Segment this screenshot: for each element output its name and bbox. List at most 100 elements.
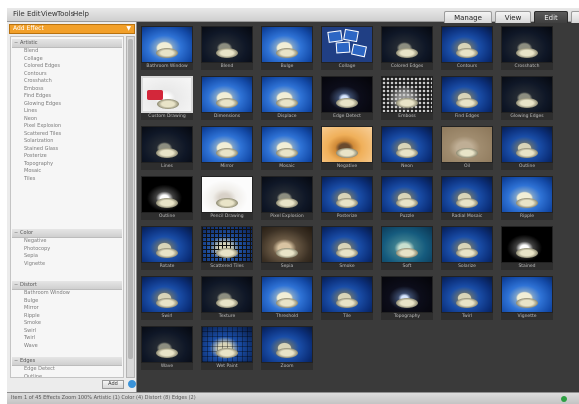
effect-thumbnail[interactable]: Negative [321,126,373,170]
effect-list-item[interactable]: Twirl [12,335,122,343]
collapse-icon[interactable]: − [14,229,18,238]
sidebar-header[interactable]: Add Effect ▼ [9,24,135,34]
effect-list-item[interactable]: Tiles [12,176,122,184]
effect-list-item[interactable]: Glowing Edges [12,101,122,109]
effect-thumbnail[interactable]: Radial Mosaic [441,176,493,220]
effect-list-item[interactable]: Negative [12,238,122,246]
tab-view[interactable]: View [495,11,531,23]
effect-thumbnail[interactable]: Vignette [501,276,553,320]
effect-thumbnail[interactable]: Tile [321,276,373,320]
effect-thumbnail[interactable]: Blend [201,26,253,70]
effect-thumbnail[interactable]: Mosaic [261,126,313,170]
effect-thumbnail[interactable]: Threshold [261,276,313,320]
effect-thumbnail[interactable]: Lines [141,126,193,170]
effect-thumbnail[interactable]: Pencil Drawing [201,176,253,220]
effect-thumbnail[interactable]: Contours [441,26,493,70]
effect-list-item[interactable]: Swirl [12,328,122,336]
effect-thumbnail[interactable]: Topography [381,276,433,320]
effect-list-item[interactable]: Contours [12,71,122,79]
effect-list-item[interactable]: Emboss [12,86,122,94]
effect-list-item[interactable]: Solarization [12,138,122,146]
menu-item-view[interactable]: View [41,10,58,18]
effect-category-list[interactable]: − Artistic Blend Collage Colored Edges Contou… [10,36,124,378]
effect-list-item[interactable]: Pixel Explosion [12,123,122,131]
effect-thumbnail[interactable]: Displace [261,76,313,120]
effect-list-item[interactable]: Topography [12,161,122,169]
effect-list-item[interactable]: Photocopy [12,246,122,254]
effect-thumbnail[interactable]: Bathroom Window [141,26,193,70]
menu-item-help[interactable]: Help [73,10,89,18]
effect-list-item[interactable]: Wave [12,343,122,351]
tab-online[interactable]: Online [571,11,579,23]
effect-thumbnail[interactable]: Emboss [381,76,433,120]
effect-thumbnail[interactable]: Outline [501,126,553,170]
effect-list-item[interactable]: Blend [12,48,122,56]
effect-list-item[interactable]: Stained Glass [12,146,122,154]
effect-list-item[interactable]: Sepia [12,253,122,261]
effect-list-item[interactable]: Posterize [12,153,122,161]
effect-list-item[interactable]: Outline [12,374,122,378]
group-header[interactable]: − Edges [12,357,122,366]
effect-thumbnail[interactable]: Swirl [141,276,193,320]
effect-thumbnail[interactable]: Edge Detect [321,76,373,120]
collapse-icon[interactable]: − [14,357,18,366]
effect-thumbnail[interactable]: Solarize [441,226,493,270]
effect-list-item[interactable]: Neon [12,116,122,124]
effect-thumbnail[interactable]: Smoke [321,226,373,270]
effect-thumbnail[interactable]: Crosshatch [501,26,553,70]
menu-item-edit[interactable]: Edit [27,10,41,18]
effect-thumbnail[interactable]: Texture [201,276,253,320]
tab-edit[interactable]: Edit [534,11,568,23]
effect-thumbnail[interactable]: Custom Drawing [141,76,193,120]
effect-list-item[interactable]: Scattered Tiles [12,131,122,139]
effect-list-item[interactable]: Edge Detect [12,366,122,374]
effect-thumbnail[interactable]: Dimensions [201,76,253,120]
effect-thumbnail[interactable]: Collage [321,26,373,70]
effect-thumbnail[interactable]: Find Edges [441,76,493,120]
effect-thumbnail[interactable]: Bulge [261,26,313,70]
add-effect-button[interactable]: Add [102,380,124,389]
info-icon[interactable] [128,380,136,388]
tab-manage[interactable]: Manage [444,11,492,23]
effect-thumbnail[interactable]: Twirl [441,276,493,320]
effect-thumbnail[interactable]: Stained [501,226,553,270]
effect-thumbnail[interactable]: Scattered Tiles [201,226,253,270]
effect-thumbnail[interactable]: Mirror [201,126,253,170]
effect-thumbnail[interactable]: Colored Edges [381,26,433,70]
effect-thumbnail[interactable]: Posterize [321,176,373,220]
effect-thumbnail[interactable]: Sepia [261,226,313,270]
effect-thumbnail[interactable]: Outline [141,176,193,220]
effect-list-item[interactable]: Bulge [12,298,122,306]
effect-list-item[interactable]: Colored Edges [12,63,122,71]
effect-thumbnail[interactable]: Neon [381,126,433,170]
effect-thumbnail[interactable]: Puzzle [381,176,433,220]
effect-thumbnail[interactable]: Glowing Edges [501,76,553,120]
effect-list-item[interactable]: Find Edges [12,93,122,101]
sidebar-scrollbar[interactable] [126,36,135,378]
effect-list-item[interactable]: Bathroom Window [12,290,122,298]
collapse-icon[interactable]: − [14,39,18,48]
effect-list-item[interactable]: Crosshatch [12,78,122,86]
effect-thumbnail[interactable]: Zoom [261,326,313,370]
effect-list-item[interactable]: Ripple [12,313,122,321]
group-header[interactable]: − Distort [12,281,122,290]
group-header[interactable]: − Artistic [12,39,122,48]
effect-thumbnail[interactable]: Rotate [141,226,193,270]
effect-thumbnail[interactable]: Wet Paint [201,326,253,370]
effect-thumbnail[interactable]: Oil [441,126,493,170]
effect-thumbnail[interactable]: Soft [381,226,433,270]
effect-thumbnail[interactable]: Wave [141,326,193,370]
effect-thumbnail[interactable]: Ripple [501,176,553,220]
menu-item-file[interactable]: File [13,10,25,18]
collapse-icon[interactable]: − [14,281,18,290]
effect-list-item[interactable]: Mirror [12,305,122,313]
effect-list-item[interactable]: Collage [12,56,122,64]
effect-list-item[interactable]: Lines [12,108,122,116]
group-header[interactable]: − Color [12,229,122,238]
effect-list-item[interactable]: Mosaic [12,168,122,176]
effect-list-item[interactable]: Smoke [12,320,122,328]
scrollbar-thumb[interactable] [128,39,133,359]
effect-thumbnail[interactable]: Pixel Explosion [261,176,313,220]
effect-list-item[interactable]: Vignette [12,261,122,269]
menu-item-tools[interactable]: Tools [57,10,74,18]
